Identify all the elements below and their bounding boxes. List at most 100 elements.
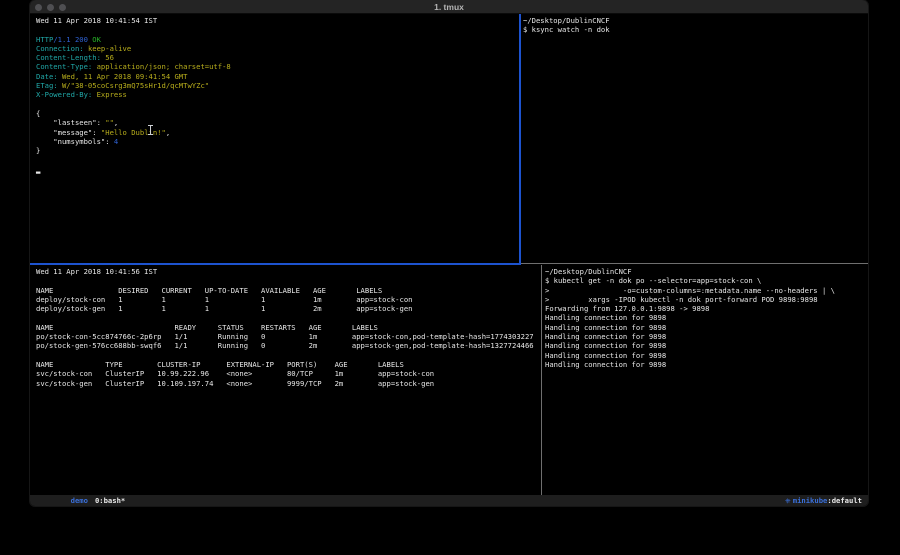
terminal-line: HTTP/1.1 200 OK	[36, 35, 519, 44]
pane-divider-horizontal[interactable]	[521, 263, 868, 264]
terminal-text-segment: Handling connection for 9898	[545, 313, 666, 322]
terminal-text-segment: Forwarding from 127.0.0.1:9898 -> 9898	[545, 304, 709, 313]
window-label[interactable]: 0:bash*	[95, 496, 125, 505]
terminal-line: Content-Type: application/json; charset=…	[36, 62, 519, 71]
terminal-line: Handling connection for 9898	[545, 341, 868, 350]
terminal-text-segment: Content-Type:	[36, 62, 97, 71]
terminal-text-segment: NAME READY STATUS RESTARTS AGE LABELS	[36, 323, 378, 332]
terminal-line: {	[36, 109, 519, 118]
terminal-line	[36, 276, 541, 285]
terminal-line: Handling connection for 9898	[545, 323, 868, 332]
terminal-line: ~/Desktop/DublinCNCF	[545, 267, 868, 276]
terminal-line: "lastseen": "",	[36, 118, 519, 127]
terminal-text-segment: ~/Desktop/DublinCNCF	[545, 267, 632, 276]
terminal-text-segment: X-Powered-By:	[36, 90, 97, 99]
terminal-text-segment: $ ksync watch -n dok	[523, 25, 610, 34]
tmux-session-area: Wed 11 Apr 2018 10:41:54 IST HTTP/1.1 20…	[30, 14, 868, 495]
terminal-line: Handling connection for 9898	[545, 332, 868, 341]
terminal-text-segment: > -o=custom-columns=:metadata.name --no-…	[545, 286, 835, 295]
terminal-line: NAME TYPE CLUSTER-IP EXTERNAL-IP PORT(S)…	[36, 360, 541, 369]
pane-kubectl-resources[interactable]: Wed 11 Apr 2018 10:41:56 IST NAME DESIRE…	[30, 265, 541, 495]
terminal-line: Handling connection for 9898	[545, 351, 868, 360]
session-name: demo	[71, 496, 88, 505]
terminal-text-segment: po/stock-con-5cc874766c-2p6rp 1/1 Runnin…	[36, 332, 534, 341]
terminal-line: NAME READY STATUS RESTARTS AGE LABELS	[36, 323, 541, 332]
terminal-text-segment: Handling connection for 9898	[545, 323, 666, 332]
kube-namespace: :default	[827, 496, 862, 505]
terminal-text-segment: svc/stock-con ClusterIP 10.99.222.96 <no…	[36, 369, 434, 378]
kube-context: minikube	[793, 496, 828, 505]
terminal-text-segment: deploy/stock-con 1 1 1 1 1m app=stock-co…	[36, 295, 412, 304]
terminal-line: po/stock-con-5cc874766c-2p6rp 1/1 Runnin…	[36, 332, 541, 341]
terminal-text-segment: }	[36, 146, 40, 155]
terminal-text-segment: {	[36, 109, 40, 118]
terminal-line: ETag: W/"38-05coCsrg3mQ75sHr1d/qcMTwYZc"	[36, 81, 519, 90]
terminal-text-segment: Connection:	[36, 44, 88, 53]
terminal-line: "numsymbols": 4	[36, 137, 519, 146]
pane-http-response[interactable]: Wed 11 Apr 2018 10:41:54 IST HTTP/1.1 20…	[30, 14, 519, 263]
terminal-text-segment: ""	[105, 118, 114, 127]
terminal-line: Date: Wed, 11 Apr 2018 09:41:54 GMT	[36, 72, 519, 81]
pane-ksync-watch[interactable]: ~/Desktop/DublinCNCF$ ksync watch -n dok	[521, 14, 868, 263]
terminal-line: $ ksync watch -n dok	[523, 25, 868, 34]
terminal-line	[36, 155, 519, 164]
terminal-line: > xargs -IPOD kubectl -n dok port-forwar…	[545, 295, 868, 304]
terminal-line: $ kubectl get -n dok po --selector=app=s…	[545, 276, 868, 285]
terminal-text-segment: Wed 11 Apr 2018 10:41:56 IST	[36, 267, 157, 276]
terminal-text-segment: ETag:	[36, 81, 62, 90]
terminal-text-segment: W/"38-05coCsrg3mQ75sHr1d/qcMTwYZc"	[62, 81, 209, 90]
terminal-text-segment: HTTP	[36, 35, 53, 44]
status-left: demo 0:bash*	[36, 484, 125, 506]
terminal-text-segment: ~/Desktop/DublinCNCF	[523, 16, 610, 25]
terminal-text-segment: Date:	[36, 72, 62, 81]
pane-port-forward[interactable]: ~/Desktop/DublinCNCF$ kubectl get -n dok…	[542, 265, 868, 495]
terminal-text-segment: Handling connection for 9898	[545, 341, 666, 350]
terminal-line: po/stock-gen-576cc688bb-swqf6 1/1 Runnin…	[36, 341, 541, 350]
terminal-text-segment: application/json; charset=utf-8	[97, 62, 231, 71]
terminal-line: ▂	[36, 165, 519, 174]
terminal-text-segment: ▂	[36, 165, 40, 174]
terminal-line: }	[36, 146, 519, 155]
tmux-status-bar: demo 0:bash* ⎈minikube:default	[30, 495, 868, 506]
terminal-line: ~/Desktop/DublinCNCF	[523, 16, 868, 25]
terminal-line: Wed 11 Apr 2018 10:41:56 IST	[36, 267, 541, 276]
terminal-line	[36, 25, 519, 34]
terminal-text-segment: deploy/stock-gen 1 1 1 1 2m app=stock-ge…	[36, 304, 412, 313]
terminal-text-segment: keep-alive	[88, 44, 131, 53]
terminal-text-segment: Handling connection for 9898	[545, 351, 666, 360]
terminal-text-segment: Wed 11 Apr 2018 10:41:54 IST	[36, 16, 157, 25]
terminal-line: Handling connection for 9898	[545, 313, 868, 322]
terminal-text-segment: Handling connection for 9898	[545, 360, 666, 369]
terminal-text-segment: svc/stock-gen ClusterIP 10.109.197.74 <n…	[36, 379, 434, 388]
terminal-line: deploy/stock-gen 1 1 1 1 2m app=stock-ge…	[36, 304, 541, 313]
status-right: ⎈minikube:default	[750, 484, 862, 506]
terminal-text-segment: po/stock-gen-576cc688bb-swqf6 1/1 Runnin…	[36, 341, 534, 350]
terminal-line: Wed 11 Apr 2018 10:41:54 IST	[36, 16, 519, 25]
terminal-line: Handling connection for 9898	[545, 360, 868, 369]
window-title: 1. tmux	[30, 0, 868, 14]
terminal-text-segment: Handling connection for 9898	[545, 332, 666, 341]
window-titlebar[interactable]: 1. tmux	[30, 0, 868, 14]
terminal-text-segment: NAME TYPE CLUSTER-IP EXTERNAL-IP PORT(S)…	[36, 360, 404, 369]
terminal-text-segment: "message":	[36, 128, 101, 137]
helm-icon: ⎈	[785, 496, 791, 505]
terminal-line: > -o=custom-columns=:metadata.name --no-…	[545, 286, 868, 295]
terminal-text-segment: Content-Length:	[36, 53, 105, 62]
terminal-text-segment: ,	[114, 118, 118, 127]
terminal-text-segment: "numsymbols":	[36, 137, 114, 146]
mouse-cursor-ibeam-icon	[148, 125, 153, 135]
terminal-line: deploy/stock-con 1 1 1 1 1m app=stock-co…	[36, 295, 541, 304]
terminal-line: Content-Length: 56	[36, 53, 519, 62]
terminal-line: "message": "Hello Dublin!",	[36, 128, 519, 137]
terminal-line	[36, 351, 541, 360]
terminal-line: NAME DESIRED CURRENT UP-TO-DATE AVAILABL…	[36, 286, 541, 295]
terminal-text-segment: > xargs -IPOD kubectl -n dok port-forwar…	[545, 295, 818, 304]
terminal-text-segment: ,	[166, 128, 170, 137]
terminal-line: Forwarding from 127.0.0.1:9898 -> 9898	[545, 304, 868, 313]
terminal-line: svc/stock-gen ClusterIP 10.109.197.74 <n…	[36, 379, 541, 388]
terminal-text-segment: OK	[92, 35, 101, 44]
terminal-line	[36, 100, 519, 109]
terminal-text-segment: "Hello Dublin!"	[101, 128, 166, 137]
terminal-text-segment: 4	[114, 137, 118, 146]
terminal-text-segment: 56	[105, 53, 114, 62]
